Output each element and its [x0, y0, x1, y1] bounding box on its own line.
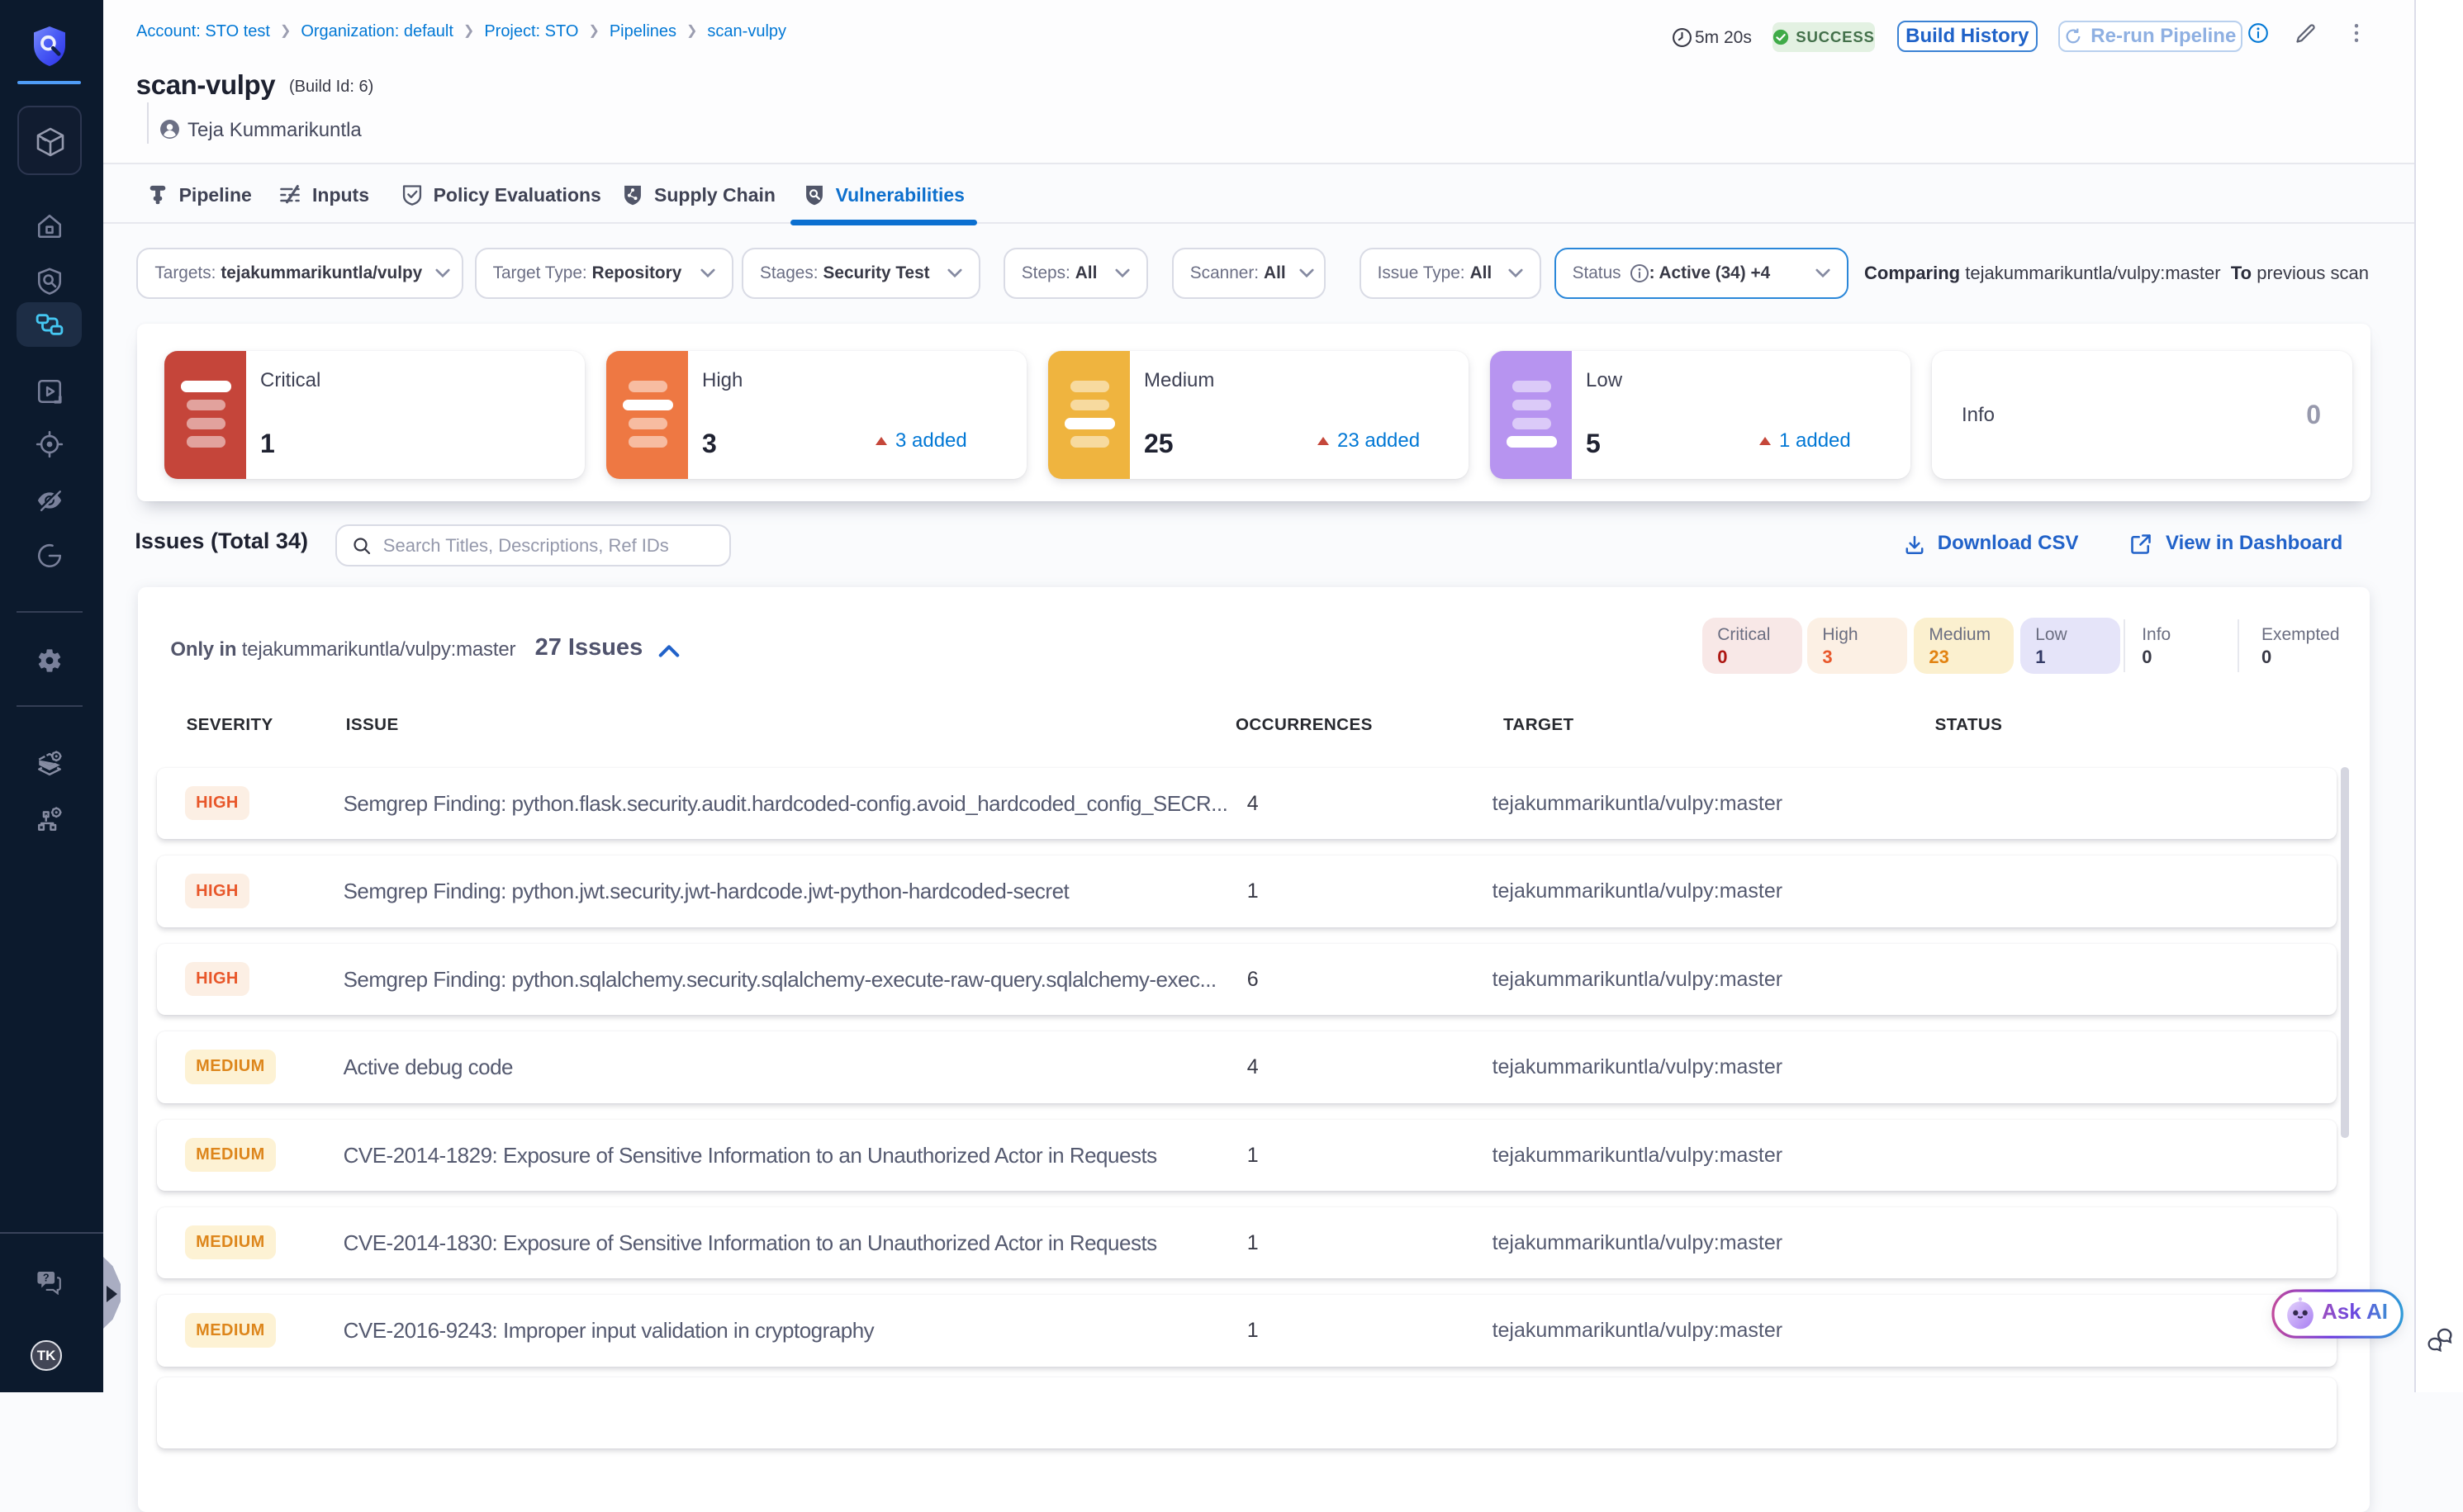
svg-text:?: ?	[43, 1272, 50, 1284]
